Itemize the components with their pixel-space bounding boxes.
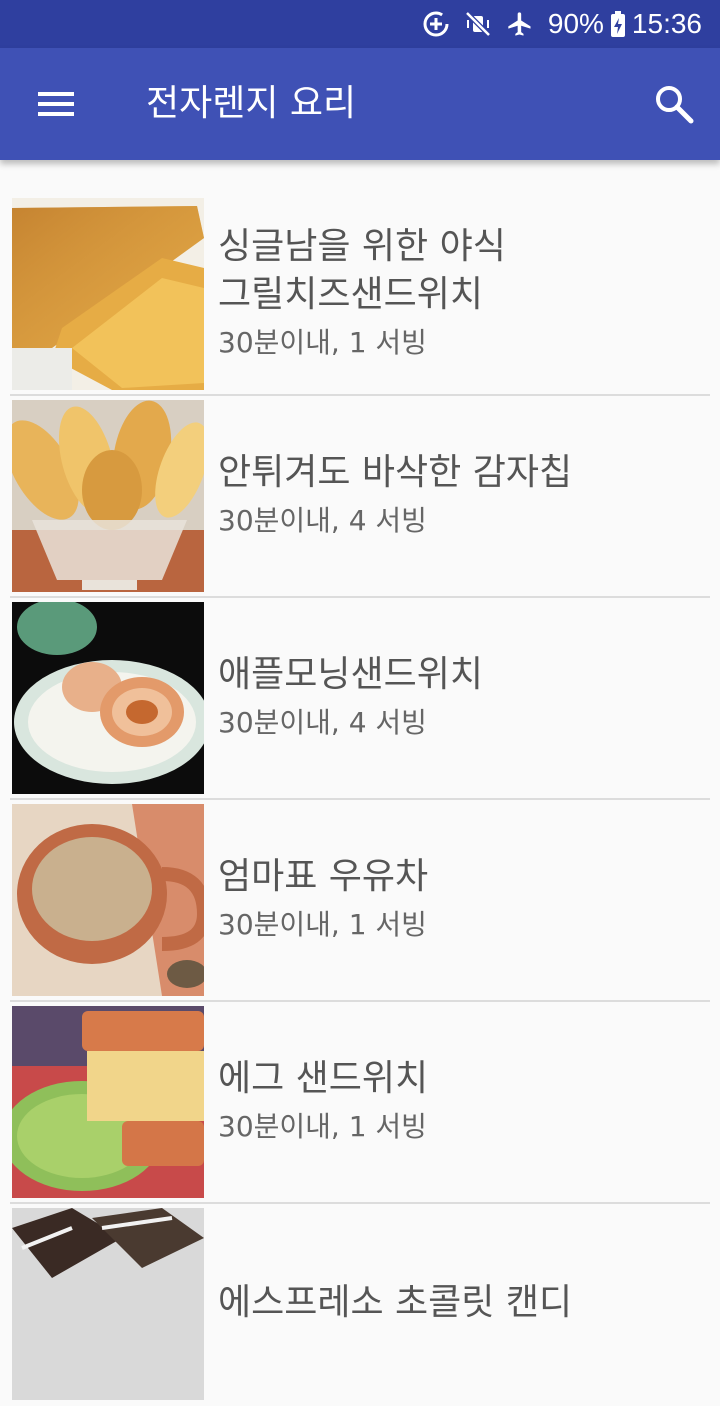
recipe-list-item[interactable]: 싱글남을 위한 야식 그릴치즈샌드위치 30분이내, 1 서빙 bbox=[0, 194, 720, 396]
data-saver-icon bbox=[422, 10, 450, 38]
menu-button[interactable] bbox=[26, 78, 86, 130]
recipe-list: 싱글남을 위한 야식 그릴치즈샌드위치 30분이내, 1 서빙 안튀겨도 바삭한… bbox=[0, 194, 720, 1406]
search-button[interactable] bbox=[644, 76, 704, 132]
recipe-title: 에스프레소 초콜릿 캔디 bbox=[218, 1282, 573, 1323]
page-title: 전자렌지 요리 bbox=[146, 83, 357, 124]
airplane-icon bbox=[506, 10, 534, 38]
battery-text: 90% bbox=[547, 8, 604, 39]
battery-charging-icon bbox=[610, 10, 626, 38]
recipe-meta: 30분이내, 4 서빙 bbox=[218, 706, 427, 739]
recipe-thumbnail bbox=[12, 602, 204, 794]
status-bar: 90% 15:36 bbox=[0, 0, 720, 48]
recipe-title: 싱글남을 위한 야식 bbox=[218, 226, 506, 267]
recipe-meta: 30분이내, 1 서빙 bbox=[218, 908, 427, 941]
recipe-title: 애플모닝샌드위치 bbox=[218, 654, 483, 695]
recipe-thumbnail bbox=[12, 1006, 204, 1198]
recipe-title: 에그 샌드위치 bbox=[218, 1058, 429, 1099]
hamburger-menu-icon bbox=[38, 92, 74, 116]
search-icon bbox=[656, 86, 694, 124]
recipe-thumbnail bbox=[12, 804, 204, 996]
recipe-meta: 30분이내, 4 서빙 bbox=[218, 504, 427, 537]
recipe-meta: 30분이내, 1 서빙 bbox=[218, 326, 427, 359]
recipe-thumbnail bbox=[12, 1208, 204, 1400]
recipe-list-item[interactable]: 안튀겨도 바삭한 감자칩 30분이내, 4 서빙 bbox=[0, 396, 720, 598]
recipe-list-item[interactable]: 애플모닝샌드위치 30분이내, 4 서빙 bbox=[0, 598, 720, 800]
app-bar: 전자렌지 요리 bbox=[0, 48, 720, 160]
recipe-meta: 30분이내, 1 서빙 bbox=[218, 1110, 427, 1143]
recipe-list-item[interactable]: 에그 샌드위치 30분이내, 1 서빙 bbox=[0, 1002, 720, 1204]
recipe-title: 엄마표 우유차 bbox=[218, 856, 429, 897]
clock-text: 15:36 bbox=[631, 8, 702, 39]
recipe-list-item[interactable]: 엄마표 우유차 30분이내, 1 서빙 bbox=[0, 800, 720, 1002]
recipe-thumbnail bbox=[12, 400, 204, 592]
recipe-list-item[interactable]: 에스프레소 초콜릿 캔디 bbox=[0, 1204, 720, 1406]
recipe-title-line2: 그릴치즈샌드위치 bbox=[218, 274, 483, 315]
recipe-title: 안튀겨도 바삭한 감자칩 bbox=[218, 452, 573, 493]
recipe-thumbnail bbox=[12, 198, 204, 390]
vibrate-mute-icon bbox=[464, 10, 492, 38]
